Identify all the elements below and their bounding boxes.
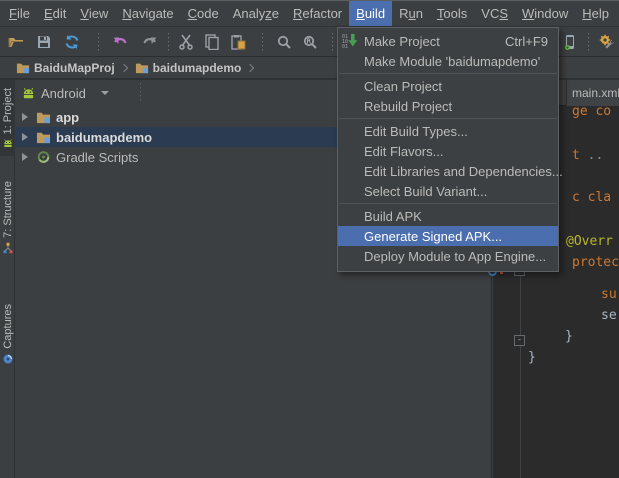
menu-item-make-project[interactable]: 01 10 01 Make Project Ctrl+F9: [338, 31, 558, 51]
menu-file[interactable]: File: [2, 1, 37, 26]
menu-item-edit-libraries[interactable]: Edit Libraries and Dependencies...: [338, 161, 563, 181]
toolbar-separator: [262, 33, 263, 51]
chevron-right-icon: [119, 63, 128, 72]
header-separator: [140, 83, 141, 103]
build-menu-popup: 01 10 01 Make Project Ctrl+F9 Make Module …: [337, 27, 563, 272]
expand-arrow-icon[interactable]: [22, 153, 28, 161]
find-icon[interactable]: [276, 34, 292, 50]
android-icon: [3, 139, 12, 148]
sdk-manager-icon[interactable]: [598, 34, 614, 50]
menu-separator: [339, 118, 557, 119]
expand-arrow-icon[interactable]: [22, 113, 28, 121]
menu-run[interactable]: Run: [392, 1, 430, 26]
menu-item-build-apk[interactable]: Build APK: [338, 206, 558, 226]
tool-tab-captures[interactable]: Captures: [0, 298, 15, 371]
save-icon[interactable]: [36, 34, 52, 50]
menu-tools[interactable]: Tools: [430, 1, 474, 26]
ide-window: { "menubar": { "items": [ {"pre":"", "mn…: [0, 0, 619, 478]
open-folder-icon[interactable]: [8, 34, 24, 50]
menu-analyze[interactable]: Analyze: [226, 1, 286, 26]
menu-vcs[interactable]: VCS: [474, 1, 515, 26]
menu-item-edit-build-types[interactable]: Edit Build Types...: [338, 121, 558, 141]
menu-help[interactable]: Help: [575, 1, 616, 26]
module-folder-icon: [36, 112, 51, 124]
left-tool-stripe: 1: Project 7: Structure Captures: [0, 80, 15, 478]
structure-icon: [3, 242, 12, 254]
gradle-icon: [37, 151, 50, 163]
editor-tab-main-xml[interactable]: main.xml: [566, 80, 619, 106]
menu-window[interactable]: Window: [515, 1, 575, 26]
menu-item-make-module[interactable]: Make Module 'baidumapdemo': [338, 51, 558, 71]
code-line: ge co: [572, 104, 612, 119]
menu-item-generate-signed-apk[interactable]: Generate Signed APK...: [338, 226, 558, 246]
breadcrumb-module[interactable]: baidumapdemo: [135, 60, 242, 75]
menu-separator: [339, 73, 557, 74]
menu-item-select-build-variant[interactable]: Select Build Variant...: [338, 181, 558, 201]
synchronize-icon[interactable]: [64, 34, 80, 50]
menu-navigate[interactable]: Navigate: [115, 1, 180, 26]
breadcrumb-label: BaiduMapProj: [34, 60, 115, 75]
code-line: su: [601, 287, 617, 302]
svg-text:01: 01: [342, 44, 348, 49]
menu-edit[interactable]: Edit: [37, 1, 73, 26]
menu-bar: File Edit View Navigate Code Analyze Ref…: [0, 0, 619, 27]
view-selector-label: Android: [41, 85, 86, 101]
replace-icon[interactable]: R: [302, 34, 318, 50]
fold-marker-icon[interactable]: -: [514, 335, 525, 346]
menu-refactor[interactable]: Refactor: [286, 1, 349, 26]
code-line: se: [601, 308, 617, 323]
menu-view[interactable]: View: [73, 1, 115, 26]
breadcrumb-label: baidumapdemo: [152, 60, 242, 75]
paste-icon[interactable]: [230, 34, 246, 50]
menu-item-edit-flavors[interactable]: Edit Flavors...: [338, 141, 558, 161]
menu-item-rebuild-project[interactable]: Rebuild Project: [338, 96, 558, 116]
chevron-down-icon: [100, 91, 109, 95]
copy-icon[interactable]: [204, 34, 220, 50]
chevron-right-icon: [246, 63, 255, 72]
compile-icon: 01 10 01: [342, 33, 364, 49]
tool-tab-project[interactable]: 1: Project: [0, 80, 15, 157]
module-folder-icon: [36, 132, 51, 144]
module-folder-icon: [16, 63, 30, 74]
code-line: }: [528, 350, 536, 365]
undo-icon[interactable]: [112, 34, 128, 50]
toolbar-separator: [332, 33, 333, 51]
code-line: }: [565, 329, 573, 344]
android-icon: [23, 87, 34, 98]
menu-item-deploy-app-engine[interactable]: Deploy Module to App Engine...: [338, 246, 558, 266]
code-line: protec: [572, 255, 619, 270]
project-view-selector[interactable]: Android: [21, 86, 109, 101]
breadcrumb-project[interactable]: BaiduMapProj: [16, 61, 115, 75]
expand-arrow-icon[interactable]: [22, 133, 28, 141]
avd-manager-icon[interactable]: [562, 34, 578, 50]
code-line: t ..: [572, 148, 604, 163]
redo-icon[interactable]: [142, 34, 158, 50]
menu-code[interactable]: Code: [181, 1, 226, 26]
menu-separator: [339, 203, 557, 204]
code-line: c cla: [572, 190, 612, 205]
toolbar-separator: [98, 33, 99, 51]
toolbar-separator: [588, 33, 589, 51]
code-line: @Overr: [566, 234, 613, 249]
module-folder-icon: [135, 63, 148, 74]
menu-build[interactable]: Build: [349, 1, 393, 26]
toolbar-separator: [168, 33, 169, 51]
captures-icon: [3, 354, 12, 364]
menu-shortcut: Ctrl+F9: [505, 33, 548, 49]
editor-tab-label: main.xml: [572, 86, 619, 100]
cut-icon[interactable]: [178, 34, 194, 50]
tool-tab-structure[interactable]: 7: Structure: [0, 175, 15, 260]
menu-item-clean-project[interactable]: Clean Project: [338, 76, 558, 96]
